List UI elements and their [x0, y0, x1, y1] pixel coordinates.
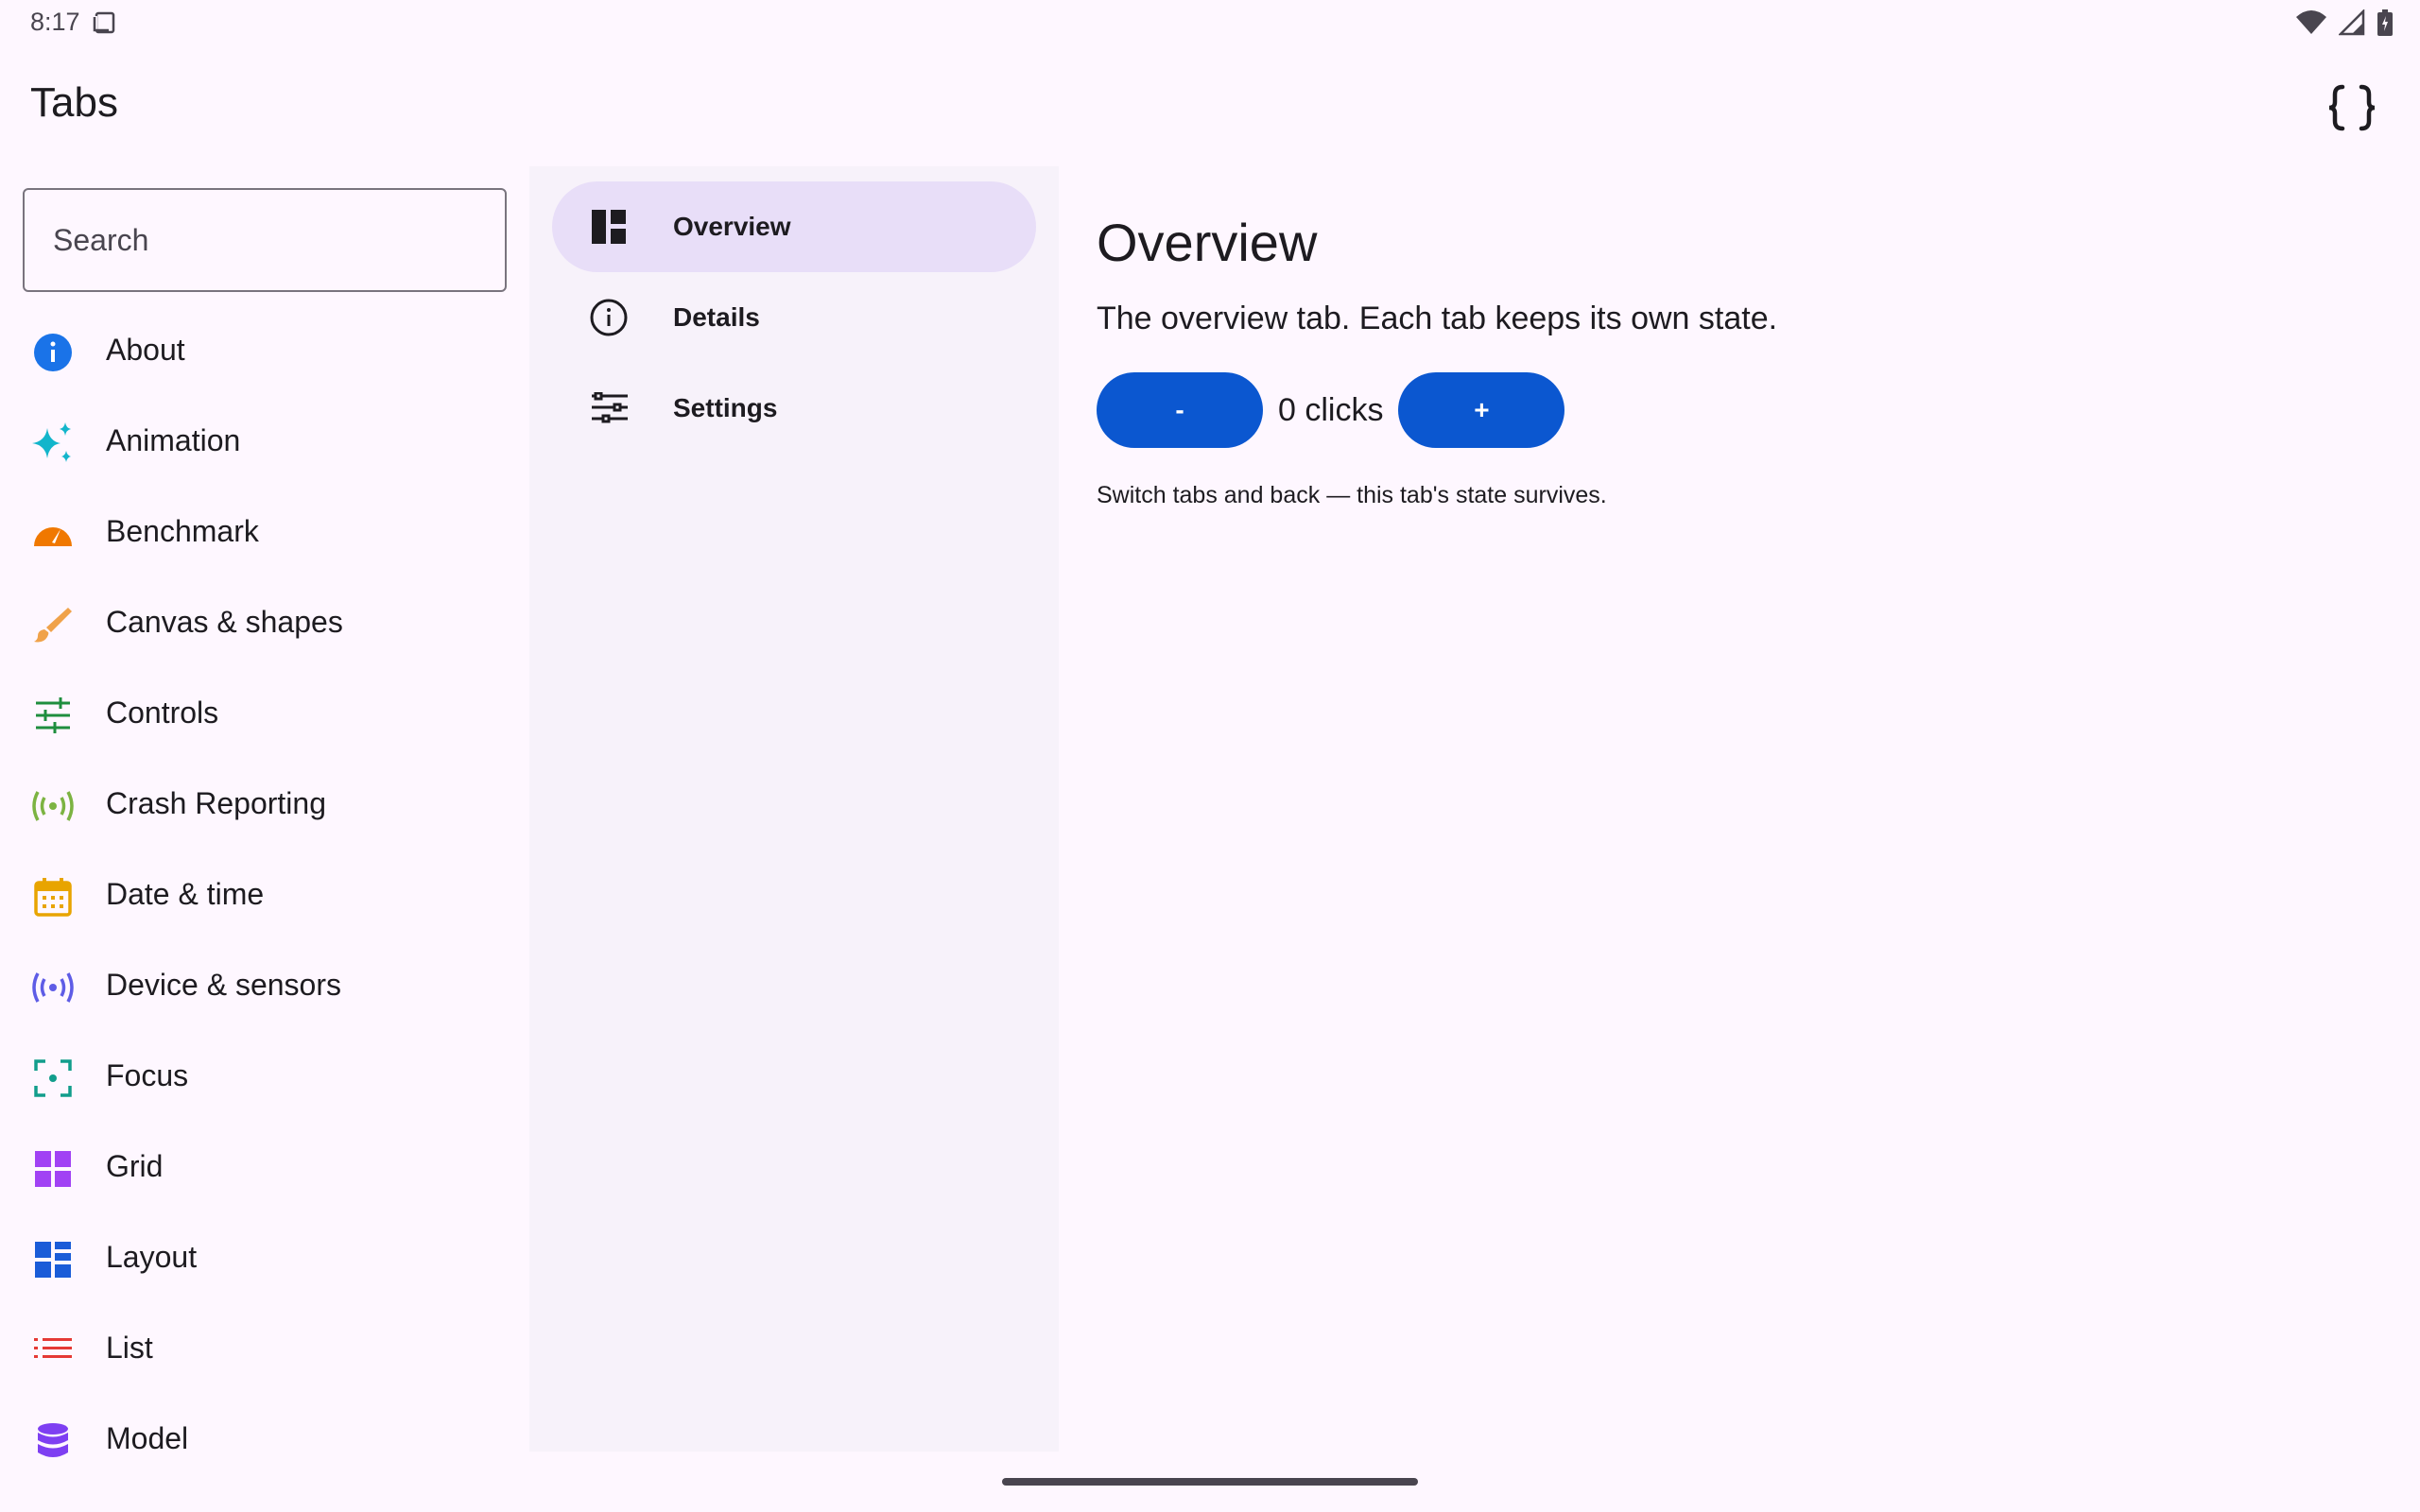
- sidebar-item-crash-reporting[interactable]: Crash Reporting: [0, 758, 529, 849]
- sidebar-item-label: Layout: [106, 1239, 198, 1274]
- tab-rail: Overview Details Settings: [529, 166, 1059, 1452]
- sidebar-item-label: Controls: [106, 695, 219, 730]
- tune-icon: [586, 386, 631, 431]
- page-title: Tabs: [30, 79, 118, 126]
- counter-row: - 0 clicks +: [1097, 372, 1565, 448]
- tune-icon: [30, 693, 76, 738]
- broadcast-icon: [30, 783, 76, 829]
- sidebar-item-label: Date & time: [106, 876, 265, 911]
- sidebar-item-label: Grid: [106, 1148, 164, 1183]
- increment-button[interactable]: +: [1398, 372, 1565, 448]
- sparkle-icon: [30, 421, 76, 466]
- tab-details[interactable]: Details: [552, 272, 1036, 363]
- sidebar-item-label: Model: [106, 1420, 189, 1455]
- brush-icon: [30, 602, 76, 647]
- app-window: 8:17 Tabs Search About Animation Benchma…: [0, 0, 2420, 1512]
- sidebar-item-label: Animation: [106, 422, 241, 457]
- state-hint: Switch tabs and back — this tab's state …: [1097, 482, 1607, 508]
- content-description: The overview tab. Each tab keeps its own…: [1097, 301, 1778, 336]
- code-braces-icon: [2328, 84, 2376, 131]
- sidebar-item-device-sensors[interactable]: Device & sensors: [0, 939, 529, 1030]
- database-icon: [30, 1418, 76, 1464]
- tab-label: Overview: [673, 212, 791, 241]
- sidebar-nav: About Animation Benchmark Canvas & shape…: [0, 304, 529, 1484]
- sidebar-item-label: Focus: [106, 1057, 189, 1092]
- dashboard-icon: [30, 1237, 76, 1282]
- sidebar-item-model[interactable]: Model: [0, 1393, 529, 1484]
- screen-icon: [93, 11, 115, 34]
- click-count: 0 clicks: [1278, 391, 1384, 428]
- status-time: 8:17: [30, 8, 80, 36]
- wifi-icon: [2296, 10, 2326, 34]
- sidebar-item-label: Device & sensors: [106, 967, 341, 1002]
- sidebar-item-label: Benchmark: [106, 513, 259, 548]
- dashboard-icon: [586, 204, 631, 249]
- home-indicator[interactable]: [1002, 1478, 1418, 1486]
- content-title: Overview: [1097, 213, 1318, 272]
- grid-icon: [30, 1146, 76, 1192]
- sidebar-item-label: About: [106, 332, 185, 367]
- sidebar-item-grid[interactable]: Grid: [0, 1121, 529, 1211]
- search-placeholder: Search: [53, 222, 149, 257]
- sidebar-item-date-time[interactable]: Date & time: [0, 849, 529, 939]
- tab-settings[interactable]: Settings: [552, 363, 1036, 454]
- sidebar-item-animation[interactable]: Animation: [0, 395, 529, 486]
- info-outline-icon: [586, 295, 631, 340]
- sidebar-item-label: Canvas & shapes: [106, 604, 343, 639]
- sidebar-item-list[interactable]: List: [0, 1302, 529, 1393]
- sidebar-item-label: Crash Reporting: [106, 785, 326, 820]
- code-view-button[interactable]: [2318, 74, 2386, 142]
- search-input[interactable]: Search: [23, 188, 507, 292]
- status-icons: [2295, 9, 2394, 36]
- info-icon: [30, 330, 76, 375]
- calendar-icon: [30, 874, 76, 919]
- sidebar-item-label: List: [106, 1330, 153, 1365]
- sidebar-item-canvas-shapes[interactable]: Canvas & shapes: [0, 576, 529, 667]
- tab-label: Details: [673, 302, 760, 332]
- focus-icon: [30, 1056, 76, 1101]
- list-icon: [30, 1328, 76, 1373]
- sensors-icon: [30, 965, 76, 1010]
- sidebar-item-focus[interactable]: Focus: [0, 1030, 529, 1121]
- sidebar-item-about[interactable]: About: [0, 304, 529, 395]
- sidebar-item-controls[interactable]: Controls: [0, 667, 529, 758]
- speed-icon: [30, 511, 76, 557]
- decrement-button[interactable]: -: [1097, 372, 1263, 448]
- tab-overview[interactable]: Overview: [552, 181, 1036, 272]
- status-bar: 8:17: [0, 0, 2420, 45]
- battery-icon: [2377, 9, 2393, 36]
- tab-label: Settings: [673, 393, 778, 422]
- sidebar-item-layout[interactable]: Layout: [0, 1211, 529, 1302]
- sidebar-item-benchmark[interactable]: Benchmark: [0, 486, 529, 576]
- signal-icon: [2339, 9, 2365, 36]
